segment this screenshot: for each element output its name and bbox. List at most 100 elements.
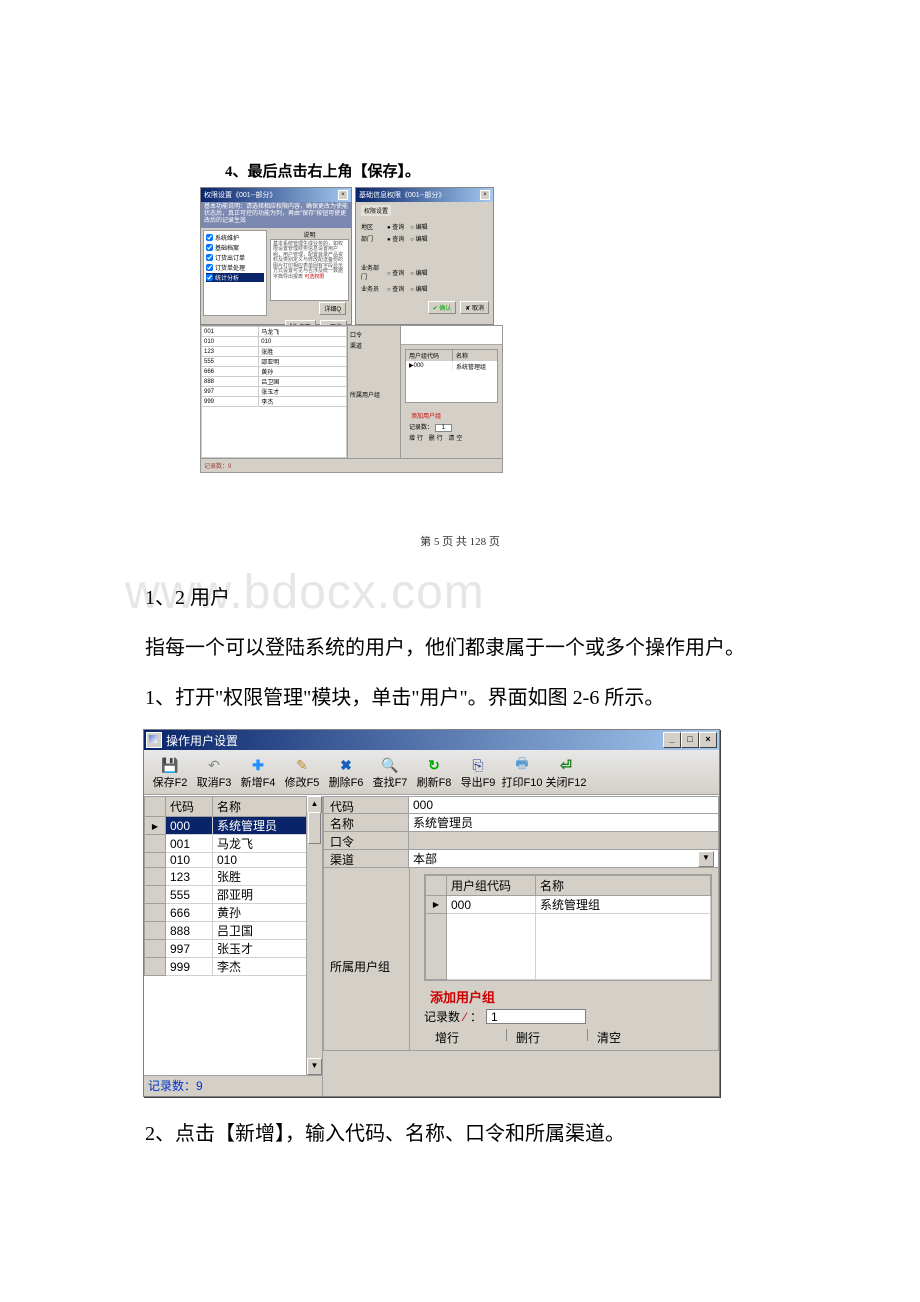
toolbar-icon: ✎ — [280, 756, 324, 774]
scroll-down-icon[interactable]: ▼ — [307, 1058, 322, 1075]
table-row[interactable]: 001马龙飞 — [145, 835, 307, 853]
paragraph: 2、点击【新增】，输入代码、名称、口令和所属渠道。 — [145, 1115, 775, 1153]
detail-panel: 代码 000 名称 系统管理员 口令 渠道 本部 ▼ — [323, 796, 719, 1096]
toolbar-label: 修改F5 — [280, 774, 324, 790]
scroll-thumb[interactable] — [308, 812, 321, 844]
close-icon[interactable]: × — [480, 190, 490, 200]
clear-button[interactable]: 清空 — [590, 1029, 628, 1046]
paragraph: 指每一个可以登陆系统的用户，他们都隶属于一个或多个操作用户。 — [145, 629, 775, 667]
desc-label: 说明 — [270, 230, 349, 239]
field-code[interactable]: 000 — [409, 796, 719, 814]
col-code[interactable]: 代码 — [166, 797, 213, 817]
vertical-scrollbar[interactable]: ▲ ▼ — [306, 796, 322, 1075]
desc-text: 基本系统管理生成业务的，如权限设置管理财务信息设置用户组，用户管理，配置目录产品… — [270, 239, 349, 301]
toolbar-icon: ✚ — [236, 756, 280, 774]
baseinfo-title: 基础信息权限《001--部分》 — [359, 190, 445, 200]
baseinfo-window: 基础信息权限《001--部分》 × 权限设置 地区● 查询○ 编辑 部门● 查询… — [355, 187, 494, 325]
label-channel: 渠道 — [323, 850, 409, 868]
table-row[interactable]: 000系统管理员 — [145, 817, 307, 835]
mini-user-list: 001马龙飞 010010 123张胜 555邵亚明 666黄孙 888吕卫国 … — [200, 325, 348, 459]
perm-intro: 基本功能说明：请选择相应权限内容，确保更改为使能状态后，真正可控的功能为列，再由… — [201, 202, 351, 228]
toolbar-icon: 🖶 — [500, 756, 544, 774]
toolbar-icon: 💾 — [148, 756, 192, 774]
perm-checklist[interactable]: 系统维护 基础档案 订货出订单 订货单处理 统计分析 — [203, 230, 267, 316]
toolbar-icon: 🔍 — [368, 756, 412, 774]
toolbar-label: 打印F10 — [500, 774, 544, 790]
section-title: 1、2 用户 — [145, 579, 775, 617]
toolbar-label: 删除F6 — [324, 774, 368, 790]
mini-group-panel: 用户组代码名称 ▶000系统管理组 添加用户组 记录数： 1 增行 删行 清空 — [401, 325, 503, 459]
col-group-code[interactable]: 用户组代码 — [447, 876, 536, 896]
screenshot-top: 权限设置《001--部分》 × 基本功能说明：请选择相应权限内容，确保更改为使能… — [200, 187, 503, 473]
mini-form-labels: 口令 渠道 所属用户组 — [348, 325, 401, 459]
col-group-name[interactable]: 名称 — [536, 876, 711, 896]
tb-refresh[interactable]: ↻刷新F8 — [412, 756, 456, 790]
toolbar-icon: ↻ — [412, 756, 456, 774]
record-count-groups: 记录数⁄： 1 — [424, 1008, 712, 1025]
toolbar-label: 取消F3 — [192, 774, 236, 790]
toolbar-label: 查找F7 — [368, 774, 412, 790]
maximize-button[interactable]: □ — [681, 732, 699, 748]
add-usergroup-label: 添加用户组 — [430, 987, 712, 1006]
del-row-button[interactable]: 删行 — [509, 1029, 547, 1046]
user-list-panel: 代码 名称 000系统管理员001马龙飞010010123张胜555邵亚明666… — [144, 796, 323, 1096]
window-title: 操作用户设置 — [166, 732, 238, 749]
detail-button[interactable]: 详细Q — [319, 302, 346, 315]
add-row-button[interactable]: 增行 — [428, 1029, 466, 1046]
minimize-button[interactable]: _ — [663, 732, 681, 748]
toolbar-label: 保存F2 — [148, 774, 192, 790]
dropdown-arrow-icon[interactable]: ▼ — [698, 851, 714, 867]
col-name[interactable]: 名称 — [213, 797, 307, 817]
perm-window: 权限设置《001--部分》 × 基本功能说明：请选择相应权限内容，确保更改为使能… — [200, 187, 352, 325]
tb-find[interactable]: 🔍查找F7 — [368, 756, 412, 790]
tb-edit[interactable]: ✎修改F5 — [280, 756, 324, 790]
close-icon[interactable]: × — [338, 190, 348, 200]
scroll-up-icon[interactable]: ▲ — [307, 796, 322, 813]
tb-save[interactable]: 💾保存F2 — [148, 756, 192, 790]
field-password[interactable] — [409, 832, 719, 850]
row-action-buttons[interactable]: 增行 删行 清空 — [428, 1029, 712, 1046]
table-row[interactable]: 666黄孙 — [145, 904, 307, 922]
ok-button[interactable]: ✔ 确认 — [428, 301, 457, 314]
table-row[interactable]: ▶ 000 系统管理组 — [426, 896, 711, 914]
cancel-button[interactable]: ✘ 取消 — [460, 301, 489, 314]
toolbar-icon: ⏎ — [544, 756, 588, 774]
toolbar-icon: ⎘ — [456, 756, 500, 774]
field-name[interactable]: 系统管理员 — [409, 814, 719, 832]
record-count-left: 记录数：9 — [144, 1075, 322, 1096]
table-row[interactable]: 010010 — [145, 853, 307, 868]
table-row[interactable]: 999李杰 — [145, 958, 307, 976]
paragraph: 1、打开"权限管理"模块，单击"用户"。界面如图 2-6 所示。 — [145, 679, 775, 717]
tb-print[interactable]: 🖶打印F10 — [500, 756, 544, 790]
toolbar-icon: ↶ — [192, 756, 236, 774]
label-name: 名称 — [323, 814, 409, 832]
table-row[interactable]: 555邵亚明 — [145, 886, 307, 904]
perm-title: 权限设置《001--部分》 — [204, 190, 276, 200]
user-table[interactable]: 代码 名称 000系统管理员001马龙飞010010123张胜555邵亚明666… — [144, 796, 307, 976]
toolbar-label: 新增F4 — [236, 774, 280, 790]
table-row[interactable]: 888吕卫国 — [145, 922, 307, 940]
tb-export[interactable]: ⎘导出F9 — [456, 756, 500, 790]
mini-footer: 记录数：9 — [200, 459, 503, 473]
usergroup-table[interactable]: 用户组代码 名称 ▶ 000 系统管理组 — [424, 874, 712, 981]
toolbar: 💾保存F2↶取消F3✚新增F4✎修改F5✖删除F6🔍查找F7↻刷新F8⎘导出F9… — [144, 750, 719, 795]
toolbar-label: 关闭F12 — [544, 774, 588, 790]
label-code: 代码 — [323, 796, 409, 814]
field-channel[interactable]: 本部 ▼ — [409, 850, 719, 868]
add-group-label: 添加用户组 — [411, 411, 502, 420]
table-row[interactable]: 997张玉才 — [145, 940, 307, 958]
tb-delete[interactable]: ✖删除F6 — [324, 756, 368, 790]
group-label: 权限设置 — [361, 205, 391, 216]
table-row[interactable]: 123张胜 — [145, 868, 307, 886]
label-user-groups: 所属用户组 — [324, 868, 410, 1050]
toolbar-label: 刷新F8 — [412, 774, 456, 790]
close-button[interactable]: × — [699, 732, 717, 748]
tb-cancel[interactable]: ↶取消F3 — [192, 756, 236, 790]
caption-save: 4、最后点击右上角【保存】。 — [225, 160, 775, 181]
toolbar-icon: ✖ — [324, 756, 368, 774]
tb-new[interactable]: ✚新增F4 — [236, 756, 280, 790]
window-icon — [146, 732, 162, 748]
toolbar-label: 导出F9 — [456, 774, 500, 790]
user-settings-window: 操作用户设置 _ □ × 💾保存F2↶取消F3✚新增F4✎修改F5✖删除F6🔍查… — [143, 729, 720, 1097]
tb-close[interactable]: ⏎关闭F12 — [544, 756, 588, 790]
